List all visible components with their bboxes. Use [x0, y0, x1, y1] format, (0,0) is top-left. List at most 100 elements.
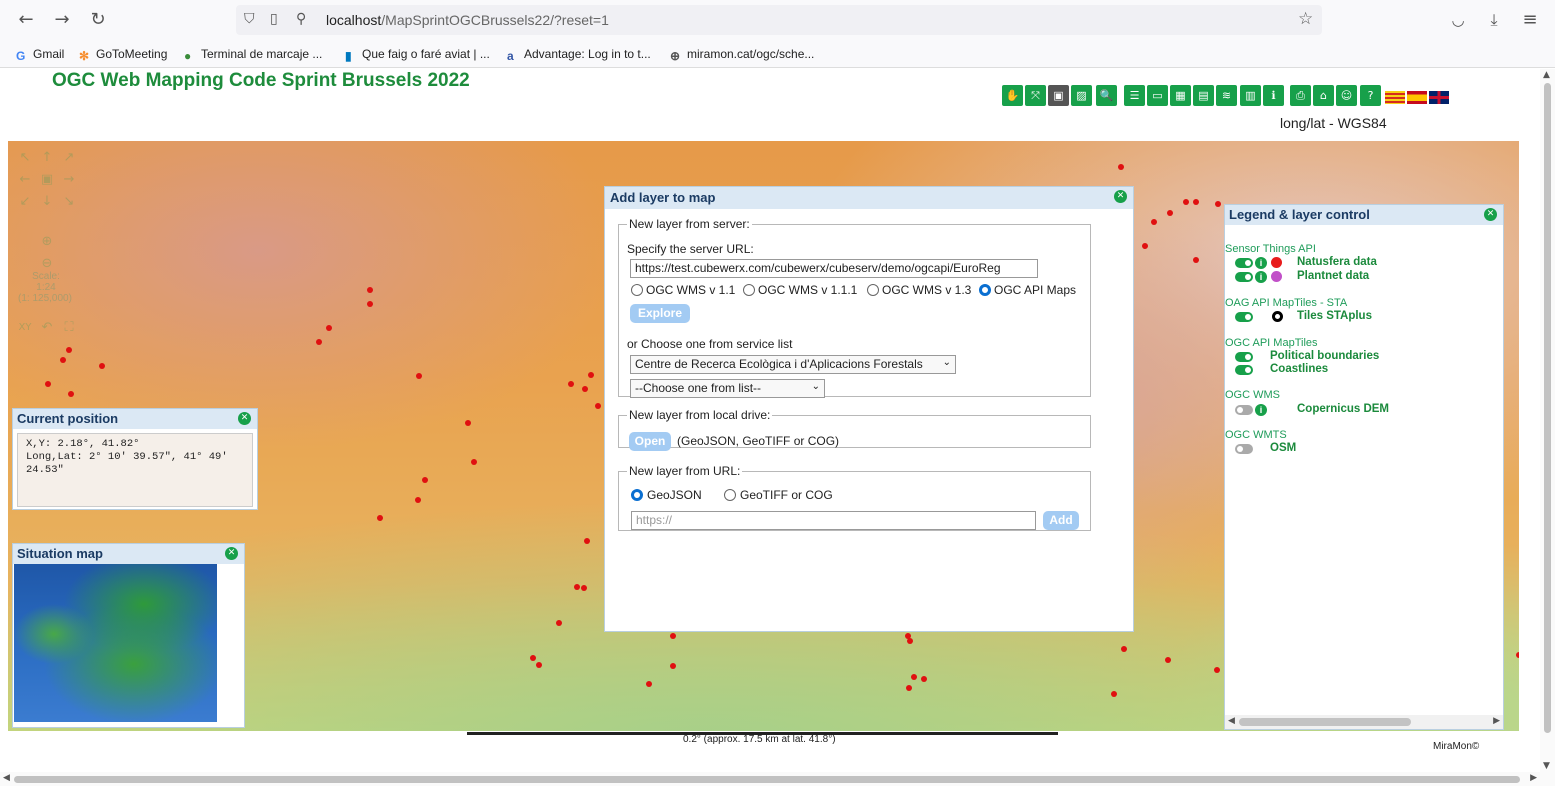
- url-format-radio[interactable]: [631, 489, 643, 501]
- url-format-label[interactable]: GeoJSON: [647, 488, 702, 502]
- map-point[interactable]: [422, 477, 428, 483]
- layer-name[interactable]: Coastlines: [1270, 363, 1328, 375]
- url-bar[interactable]: ⛉ ▯ ⚲ localhost/MapSprintOGCBrussels22/?…: [236, 5, 1322, 35]
- monitor-icon[interactable]: ▭: [1147, 85, 1168, 106]
- legend-scrollbar[interactable]: ◀ ▶: [1225, 715, 1503, 729]
- crs-label[interactable]: long/lat - WGS84: [1280, 115, 1387, 131]
- map-point[interactable]: [377, 515, 383, 521]
- url-text[interactable]: localhost/MapSprintOGCBrussels22/?reset=…: [326, 12, 609, 28]
- forward-icon[interactable]: →: [50, 8, 74, 32]
- map-point[interactable]: [316, 339, 322, 345]
- map-point[interactable]: [415, 497, 421, 503]
- camera-icon[interactable]: ▣: [1048, 85, 1069, 106]
- service-provider-select[interactable]: Centre de Recerca Ecològica i d'Aplicaci…: [630, 355, 956, 374]
- map-point[interactable]: [646, 681, 652, 687]
- map-point[interactable]: [907, 638, 913, 644]
- zoom-icon[interactable]: 🔍: [1096, 85, 1117, 106]
- layer-visibility-toggle[interactable]: [1235, 405, 1253, 415]
- table-icon[interactable]: ▤: [1193, 85, 1214, 106]
- add-button[interactable]: Add: [1043, 511, 1079, 530]
- xy-icon[interactable]: XY: [16, 319, 34, 337]
- pan-e-icon[interactable]: →: [60, 171, 78, 189]
- map-point[interactable]: [536, 662, 542, 668]
- map-point[interactable]: [1118, 164, 1124, 170]
- close-icon[interactable]: ✕: [1484, 208, 1497, 221]
- layer-visibility-toggle[interactable]: [1235, 272, 1253, 282]
- download-icon[interactable]: ⤓: [1482, 8, 1506, 32]
- map-point[interactable]: [911, 674, 917, 680]
- layers-icon[interactable]: ≋: [1216, 85, 1237, 106]
- layer-visibility-toggle[interactable]: [1235, 312, 1253, 322]
- reload-icon[interactable]: ↻: [86, 8, 110, 32]
- users-icon[interactable]: ☺: [1336, 85, 1357, 106]
- bookmark-item[interactable]: a Advantage: Log in to t...: [507, 47, 651, 63]
- scroll-right-icon[interactable]: ▶: [1493, 716, 1500, 726]
- pan-ne-icon[interactable]: ↗: [60, 149, 78, 167]
- map-point[interactable]: [66, 347, 72, 353]
- hand-icon[interactable]: ✋: [1002, 85, 1023, 106]
- full-screen-icon[interactable]: ⛶: [60, 319, 78, 337]
- shield-icon[interactable]: ⛉: [244, 11, 255, 27]
- layer-name[interactable]: Political boundaries: [1270, 350, 1379, 362]
- miramon-credit[interactable]: MiraMon©: [1433, 741, 1479, 752]
- layer-name[interactable]: Natusfera data: [1297, 256, 1377, 268]
- adjust-icon[interactable]: ☰: [1124, 85, 1145, 106]
- scrollbar-thumb[interactable]: [14, 776, 1520, 783]
- situation-map-image[interactable]: [14, 564, 217, 722]
- scroll-up-icon[interactable]: ▲: [1543, 70, 1550, 80]
- map-point[interactable]: [584, 538, 590, 544]
- map-point[interactable]: [60, 357, 66, 363]
- protocol-label[interactable]: OGC API Maps: [994, 283, 1076, 297]
- layer-visibility-toggle[interactable]: [1235, 444, 1253, 454]
- help-icon[interactable]: ?: [1360, 85, 1381, 106]
- scrollbar-thumb[interactable]: [1544, 83, 1551, 733]
- map-point[interactable]: [670, 663, 676, 669]
- map-point[interactable]: [588, 372, 594, 378]
- info-icon[interactable]: i: [1255, 271, 1267, 283]
- info-icon[interactable]: ℹ: [1263, 85, 1284, 106]
- map-point[interactable]: [367, 287, 373, 293]
- map-point[interactable]: [1183, 199, 1189, 205]
- open-button[interactable]: Open: [629, 432, 671, 451]
- bookmark-item[interactable]: G Gmail: [16, 47, 64, 63]
- url-input[interactable]: https://: [631, 511, 1036, 530]
- map-point[interactable]: [68, 391, 74, 397]
- layer-name[interactable]: OSM: [1270, 442, 1296, 454]
- scrollbar-thumb[interactable]: [1239, 718, 1411, 726]
- scroll-right-icon[interactable]: ▶: [1530, 773, 1537, 783]
- permissions-icon[interactable]: ⚲: [296, 11, 306, 27]
- view-all-icon[interactable]: ▣: [38, 171, 56, 189]
- layer-name[interactable]: Plantnet data: [1297, 270, 1369, 282]
- close-icon[interactable]: ✕: [238, 412, 251, 425]
- bookmark-item[interactable]: ● Terminal de marcaje ...: [184, 47, 322, 63]
- map-point[interactable]: [367, 301, 373, 307]
- map-point[interactable]: [99, 363, 105, 369]
- explore-button[interactable]: Explore: [630, 304, 690, 323]
- map-point[interactable]: [921, 676, 927, 682]
- home-icon[interactable]: ⌂: [1313, 85, 1334, 106]
- scroll-left-icon[interactable]: ◀: [1228, 716, 1235, 726]
- image-icon[interactable]: ▨: [1071, 85, 1092, 106]
- horizontal-scrollbar[interactable]: ◀ ▶: [0, 772, 1555, 786]
- back-icon[interactable]: ←: [14, 8, 38, 32]
- map-point[interactable]: [906, 685, 912, 691]
- map-point[interactable]: [471, 459, 477, 465]
- layer-name[interactable]: Copernicus DEM: [1297, 403, 1389, 415]
- calendar-icon[interactable]: ▦: [1170, 85, 1191, 106]
- close-icon[interactable]: ✕: [1114, 190, 1127, 203]
- bookmark-star-icon[interactable]: ☆: [1298, 9, 1313, 29]
- map-point[interactable]: [1516, 652, 1519, 658]
- server-url-input[interactable]: https://test.cubewerx.com/cubewerx/cubes…: [630, 259, 1038, 278]
- pan-sw-icon[interactable]: ↙: [16, 193, 34, 211]
- protocol-radio[interactable]: [631, 284, 643, 296]
- info-icon[interactable]: i: [1255, 257, 1267, 269]
- pocket-icon[interactable]: ◡: [1446, 8, 1470, 32]
- pan-s-icon[interactable]: ↓: [38, 193, 56, 211]
- map-point[interactable]: [45, 381, 51, 387]
- map-point[interactable]: [1215, 201, 1221, 207]
- layer-visibility-toggle[interactable]: [1235, 258, 1253, 268]
- layer-visibility-toggle[interactable]: [1235, 352, 1253, 362]
- service-choice-select[interactable]: --Choose one from list-- ⌄: [630, 379, 825, 398]
- protocol-label[interactable]: OGC WMS v 1.1: [646, 283, 735, 297]
- map-point[interactable]: [326, 325, 332, 331]
